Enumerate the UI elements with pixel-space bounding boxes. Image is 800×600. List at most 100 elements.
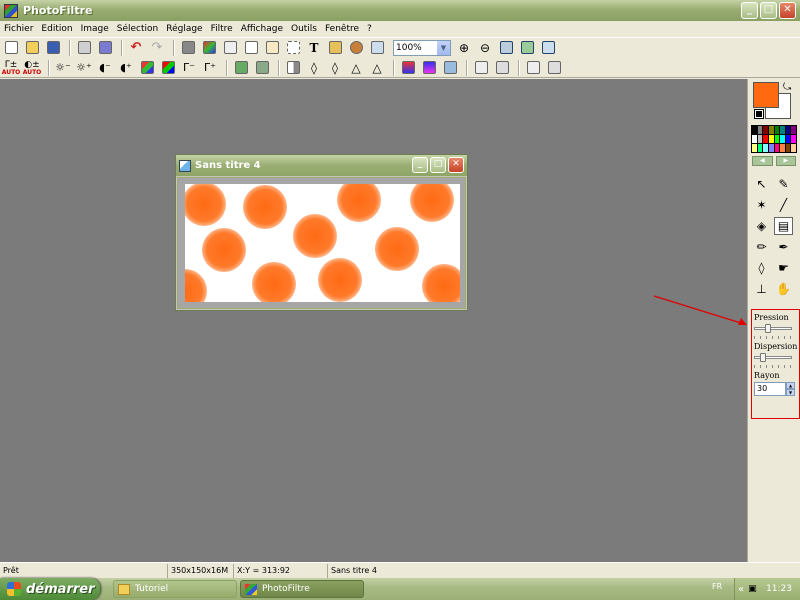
color-palette[interactable] xyxy=(751,125,797,153)
saturation-minus-icon[interactable] xyxy=(138,59,156,77)
brightness-minus-icon[interactable]: ☼⁻ xyxy=(54,59,72,77)
menu-fichier[interactable]: Fichier xyxy=(0,24,37,34)
rotate-left-icon[interactable] xyxy=(524,59,542,77)
palette-swatch[interactable] xyxy=(785,144,791,152)
palette-swatch[interactable] xyxy=(757,144,763,152)
palette-swatch[interactable] xyxy=(763,135,768,143)
menu-image[interactable]: Image xyxy=(77,24,113,34)
dispersion-slider[interactable] xyxy=(754,353,792,363)
text-tool-icon[interactable]: T xyxy=(305,39,323,57)
menu-fenetre[interactable]: Fenêtre xyxy=(321,24,363,34)
magic-wand-icon[interactable]: ✶ xyxy=(752,196,771,214)
palette-swatch[interactable] xyxy=(774,126,780,134)
palette-swatch[interactable] xyxy=(780,135,785,143)
palette-swatch[interactable] xyxy=(791,135,796,143)
minimize-button[interactable]: _ xyxy=(741,2,758,19)
palette-swatch[interactable] xyxy=(791,126,796,134)
palette-swatch[interactable] xyxy=(780,126,785,134)
palette-swatch[interactable] xyxy=(774,144,780,152)
palette-swatch[interactable] xyxy=(780,144,785,152)
start-button[interactable]: démarrer xyxy=(0,578,100,600)
app-title-bar[interactable]: PhotoFiltre _ □ ✕ xyxy=(0,0,800,21)
palette-prev-icon[interactable]: ◀ xyxy=(752,156,773,166)
canvas-size-icon[interactable] xyxy=(420,59,438,77)
fill-bucket-icon[interactable]: ◈ xyxy=(752,217,771,235)
actual-size-icon[interactable] xyxy=(518,39,536,57)
layers-icon[interactable] xyxy=(326,39,344,57)
radius-input[interactable]: 30 xyxy=(754,382,786,396)
zoom-out-icon[interactable]: ⊖ xyxy=(476,39,494,57)
gamma-minus-icon[interactable]: Γ⁻ xyxy=(180,59,198,77)
document-maximize-button[interactable]: □ xyxy=(430,157,446,173)
blur-drop-icon[interactable]: ◊ xyxy=(752,259,771,277)
pressure-slider-thumb[interactable] xyxy=(765,324,772,333)
paste-new-icon[interactable] xyxy=(263,39,281,57)
clone-stamp-icon[interactable]: ⊥ xyxy=(752,280,771,298)
image-size-icon[interactable] xyxy=(399,59,417,77)
line-icon[interactable]: ╱ xyxy=(774,196,793,214)
brightness-plus-icon[interactable]: ☼⁺ xyxy=(75,59,93,77)
gamma-plus-icon[interactable]: Γ⁺ xyxy=(201,59,219,77)
palette-swatch[interactable] xyxy=(785,135,791,143)
radius-up-icon[interactable]: ▲ xyxy=(786,382,795,389)
palette-swatch[interactable] xyxy=(752,135,757,143)
radius-spinner[interactable]: 30 ▲ ▼ xyxy=(754,382,799,396)
maximize-button[interactable]: □ xyxy=(760,2,777,19)
print-icon[interactable] xyxy=(75,39,93,57)
palette-swatch[interactable] xyxy=(768,144,774,152)
color-filter-2-icon[interactable] xyxy=(253,59,271,77)
new-file-icon[interactable] xyxy=(2,39,20,57)
sharpen-icon[interactable]: △ xyxy=(347,59,365,77)
color-filter-icon[interactable] xyxy=(232,59,250,77)
selection-arrow-icon[interactable]: ↖ xyxy=(752,175,771,193)
copy-icon[interactable] xyxy=(242,39,260,57)
tray-expand-icon[interactable]: « xyxy=(738,584,744,595)
taskbar-item-tutoriel[interactable]: Tutoriel xyxy=(113,580,237,598)
auto-levels-icon[interactable]: Γ± AUTO xyxy=(2,59,21,77)
eyedropper-icon[interactable]: ✎ xyxy=(774,175,793,193)
zoom-in-icon[interactable]: ⊕ xyxy=(455,39,473,57)
smudge-icon[interactable]: ☛ xyxy=(774,259,793,277)
brush-icon[interactable]: ✏ xyxy=(752,238,771,256)
palette-swatch[interactable] xyxy=(763,126,768,134)
contrast-plus-icon[interactable]: ◖⁺ xyxy=(117,59,135,77)
blur-icon[interactable]: ◊ xyxy=(305,59,323,77)
document-minimize-button[interactable]: _ xyxy=(412,157,428,173)
plugin-icon[interactable] xyxy=(347,39,365,57)
menu-filtre[interactable]: Filtre xyxy=(207,24,237,34)
document-close-button[interactable]: ✕ xyxy=(448,157,464,173)
sharpen-more-icon[interactable]: △ xyxy=(368,59,386,77)
open-folder-icon[interactable] xyxy=(23,39,41,57)
rotate-right-icon[interactable] xyxy=(545,59,563,77)
color-mode-icon[interactable] xyxy=(200,39,218,57)
document-window[interactable]: Sans titre 4 _ □ ✕ xyxy=(175,154,468,311)
paste-icon[interactable] xyxy=(221,39,239,57)
taskbar-item-photofiltre[interactable]: PhotoFiltre xyxy=(240,580,364,598)
save-icon[interactable] xyxy=(44,39,62,57)
pressure-slider[interactable] xyxy=(754,324,792,334)
language-indicator[interactable]: FR xyxy=(712,582,722,591)
menu-affichage[interactable]: Affichage xyxy=(237,24,287,34)
mirror-icon[interactable] xyxy=(284,59,302,77)
window-icon[interactable] xyxy=(368,39,386,57)
flip-horizontal-icon[interactable] xyxy=(472,59,490,77)
menu-reglage[interactable]: Réglage xyxy=(162,24,206,34)
palette-swatch[interactable] xyxy=(768,135,774,143)
palette-swatch[interactable] xyxy=(752,144,757,152)
flip-vertical-icon[interactable] xyxy=(493,59,511,77)
menu-edition[interactable]: Edition xyxy=(37,24,76,34)
saturation-plus-icon[interactable] xyxy=(159,59,177,77)
scan-icon[interactable] xyxy=(96,39,114,57)
chevron-down-icon[interactable]: ▼ xyxy=(437,40,450,55)
fullscreen-icon[interactable] xyxy=(539,39,557,57)
auto-contrast-icon[interactable]: ◐± AUTO xyxy=(23,59,42,77)
swap-colors-icon[interactable]: ⤿ xyxy=(783,82,791,93)
palette-swatch[interactable] xyxy=(768,126,774,134)
palette-swatch[interactable] xyxy=(752,126,757,134)
menu-outils[interactable]: Outils xyxy=(287,24,321,34)
undo-icon[interactable]: ↶ xyxy=(127,39,145,57)
advanced-brush-icon[interactable]: ✒ xyxy=(774,238,793,256)
grayscale-icon[interactable] xyxy=(179,39,197,57)
palette-swatch[interactable] xyxy=(757,135,763,143)
palette-swatch[interactable] xyxy=(757,126,763,134)
